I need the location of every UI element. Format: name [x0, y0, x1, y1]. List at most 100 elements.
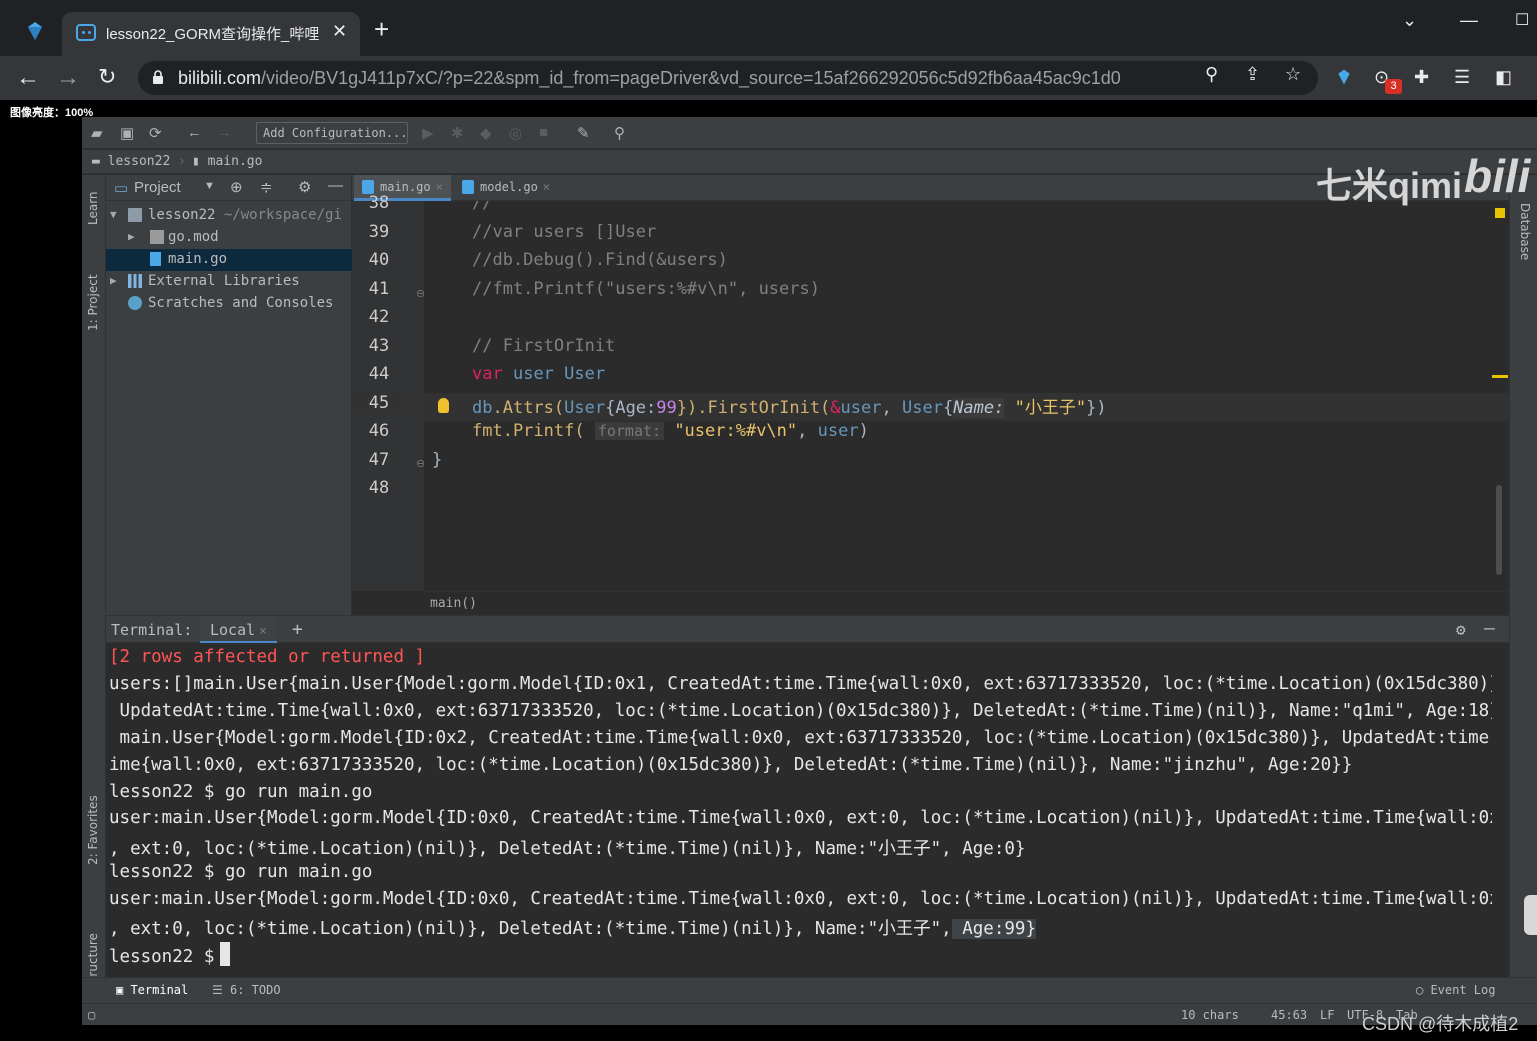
gear-icon[interactable]: ⚙ [1456, 620, 1466, 639]
favorites-tool-tab[interactable]: 2: Favorites [86, 795, 100, 865]
add-configuration-button[interactable]: Add Configuration... [256, 122, 408, 144]
open-folder-icon[interactable]: ▰ [91, 124, 103, 142]
terminal-output[interactable]: [2 rows affected or returned ] users:[]m… [106, 643, 1492, 977]
todo-tool-button[interactable]: ☰ 6: TODO [212, 983, 281, 997]
code-line-40: //db.Debug().Find(&users) [472, 250, 728, 270]
line-separator[interactable]: LF [1320, 1008, 1334, 1022]
line-number: 46 [368, 421, 390, 441]
line-number-gutter: 38 39 40 41 42 43 44 45 46 47 48 ⊖ ⊖ [352, 193, 425, 591]
share-icon[interactable]: ⇪ [1245, 64, 1260, 85]
locate-icon[interactable]: ⊕ [230, 178, 243, 196]
reading-list-icon[interactable]: ☰ [1454, 67, 1470, 88]
library-icon [128, 274, 142, 288]
minimize-button[interactable]: — [1460, 10, 1478, 31]
terminal-cursor [220, 942, 231, 966]
reload-button[interactable]: ↻ [98, 64, 116, 90]
address-bar[interactable]: bilibili.com/video/BV1gJ411p7xC/?p=22&sp… [138, 61, 1318, 95]
left-tool-strip: Learn 1: Project 2: Favorites Z: Structu… [82, 175, 106, 1005]
wrench-icon[interactable]: ✎ [577, 124, 590, 142]
code-editor[interactable]: // //var users []User //db.Debug().Find(… [424, 201, 1509, 591]
url-text[interactable]: bilibili.com/video/BV1gJ411p7xC/?p=22&sp… [178, 68, 1121, 89]
terminal-selection: Age:99} [951, 919, 1036, 939]
back-button[interactable]: ← [16, 64, 40, 92]
panel-toggle-icon[interactable]: ▢ [88, 1008, 95, 1022]
debug-icon[interactable]: ✱ [451, 124, 464, 142]
go-file-icon [462, 180, 474, 194]
terminal-scrollbar[interactable] [1492, 643, 1509, 977]
browser-tab[interactable]: lesson22_GORM查询操作_哔哩 ✕ [62, 12, 360, 56]
line-number: 41 [368, 279, 390, 299]
project-view-selector[interactable]: Project [134, 179, 181, 196]
right-tool-strip: Database [1509, 175, 1537, 1005]
nav-back-icon[interactable]: ← [187, 124, 202, 141]
inspection-status-marker[interactable] [1495, 208, 1505, 218]
nav-forward-icon[interactable]: → [217, 124, 232, 141]
intention-bulb-icon[interactable] [438, 398, 449, 413]
forward-button[interactable]: → [56, 64, 80, 92]
code-line-43: // FirstOrInit [472, 336, 616, 356]
extensions-puzzle-icon[interactable]: ✚ [1414, 67, 1429, 88]
breadcrumb-project[interactable]: ▬ lesson22 [92, 154, 170, 169]
sync-icon[interactable]: ⟳ [149, 124, 162, 142]
maximize-button[interactable]: ☐ [1515, 10, 1529, 30]
close-tab-icon[interactable]: × [436, 180, 443, 194]
bilibili-tv-icon [76, 24, 96, 41]
function-breadcrumb[interactable]: main() [430, 596, 477, 611]
caret-position[interactable]: 45:63 [1271, 1008, 1307, 1022]
terminal-prompt: lesson22 $ [109, 942, 231, 969]
expand-arrow-icon[interactable]: ▶ [110, 274, 117, 287]
hide-panel-icon[interactable]: — [1484, 618, 1495, 639]
chevron-down-icon[interactable]: ▼ [204, 180, 215, 192]
code-line-46: fmt.Printf( format: "user:%#v\n", user) [472, 421, 869, 441]
editor-scrollbar[interactable] [1496, 485, 1502, 575]
save-icon[interactable]: ▣ [120, 124, 134, 142]
breadcrumb-file[interactable]: ▮ main.go [192, 154, 262, 169]
editor-tab-model-go[interactable]: model.go × [454, 175, 558, 201]
tree-item-lesson22[interactable]: ▼ lesson22 ~/workspace/gi [106, 205, 352, 227]
zoom-icon[interactable]: ⚲ [1205, 64, 1218, 85]
line-number: 42 [368, 307, 390, 327]
gear-icon[interactable]: ⚙ [298, 178, 311, 196]
expand-arrow-icon[interactable]: ▼ [110, 208, 117, 221]
search-icon[interactable]: ⚲ [614, 124, 625, 142]
tab-search-chevron-icon[interactable]: ⌄ [1402, 10, 1417, 31]
terminal-line: ime{wall:0x0, ext:63717333520, loc:(*tim… [109, 755, 1353, 775]
tree-item-go-mod[interactable]: ▶ go.mod [106, 227, 352, 249]
expand-arrow-icon[interactable]: ▶ [128, 230, 135, 243]
close-tab-icon[interactable]: × [259, 624, 267, 639]
line-number: 47 [368, 450, 390, 470]
hide-panel-icon[interactable]: — [328, 177, 343, 194]
terminal-tab-local[interactable]: Local × [200, 616, 277, 644]
new-tab-button[interactable]: + [374, 14, 389, 45]
coverage-icon[interactable]: ◆ [480, 124, 492, 142]
lock-icon[interactable] [152, 70, 164, 84]
tree-item-main-go[interactable]: main.go [106, 249, 352, 271]
line-number: 48 [368, 478, 390, 498]
new-terminal-button[interactable]: + [292, 619, 303, 640]
brightness-overlay: 图像亮度：100% [10, 107, 94, 119]
line-number: 39 [368, 222, 390, 242]
line-number: 45 [352, 393, 406, 413]
extension-gem-icon[interactable] [1335, 68, 1353, 86]
warning-stripe-marker[interactable] [1492, 375, 1508, 378]
terminal-tool-button[interactable]: ▣ Terminal [116, 983, 188, 997]
tree-item-external-libraries[interactable]: ▶ External Libraries [106, 271, 352, 293]
tab-close-icon[interactable]: ✕ [332, 21, 347, 42]
side-handle[interactable] [1524, 895, 1537, 935]
browser-toolbar: ← → ↻ bilibili.com/video/BV1gJ411p7xC/?p… [0, 56, 1537, 100]
project-view-icon: ▭ [114, 180, 129, 197]
project-tool-tab[interactable]: 1: Project [86, 274, 100, 331]
side-panel-icon[interactable]: ◧ [1495, 67, 1512, 88]
run-icon[interactable]: ▶ [422, 124, 434, 142]
extension-gem-icon[interactable] [24, 20, 46, 42]
close-tab-icon[interactable]: × [543, 180, 550, 194]
folder-icon [128, 208, 142, 222]
collapse-all-icon[interactable]: ≑ [260, 178, 273, 196]
stop-icon[interactable]: ■ [539, 124, 548, 141]
bookmark-star-icon[interactable]: ☆ [1285, 64, 1301, 85]
learn-tab[interactable]: Learn [86, 191, 100, 225]
database-tool-tab[interactable]: Database [1518, 203, 1532, 260]
tree-item-scratches[interactable]: Scratches and Consoles [106, 293, 352, 315]
event-log-button[interactable]: ◯ Event Log [1416, 983, 1495, 997]
profile-icon[interactable]: ◎ [509, 124, 522, 142]
